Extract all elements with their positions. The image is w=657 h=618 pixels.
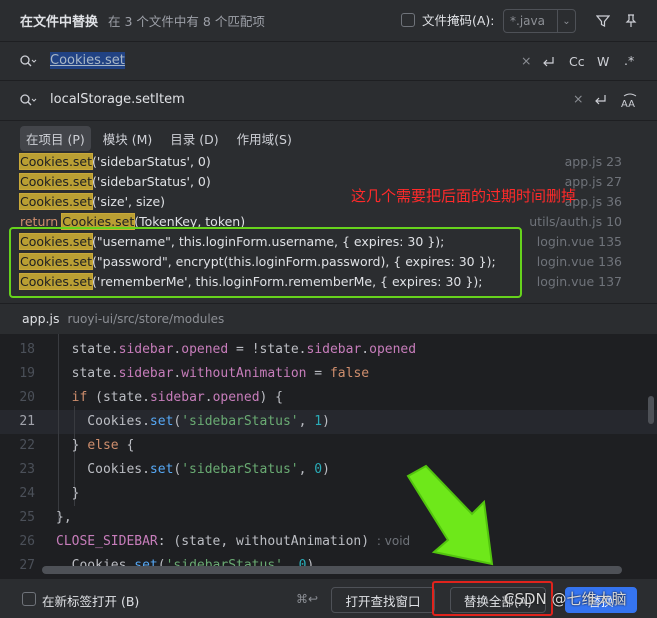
scope-tabs: 在项目 (P) 模块 (M) 目录 (D) 作用域(S) (0, 124, 657, 152)
code-line: }, (56, 510, 72, 525)
annotation-highlight-box (9, 227, 522, 298)
code-line: Cookies.set('sidebarStatus', 0) (56, 462, 330, 477)
result-row[interactable]: Cookies.set('sidebarStatus', 0) app.js 2… (18, 153, 630, 173)
code-line: if (state.sidebar.opened) { (71, 390, 284, 405)
line-number: 23 (19, 462, 35, 477)
annotation-arrow-icon (406, 464, 494, 566)
dialog-title: 在文件中替换 (20, 14, 99, 30)
code-preview[interactable]: 18 19 20 21 22 23 24 25 26 27 state.side… (0, 334, 657, 578)
regex-toggle[interactable]: .* (624, 53, 634, 68)
line-number: 18 (19, 342, 35, 357)
tab-directory[interactable]: 目录 (D) (164, 126, 224, 151)
file-mask-value: *.java (510, 14, 545, 28)
line-number: 21 (19, 414, 35, 429)
file-mask-select[interactable]: *.java ⌄ (503, 9, 576, 33)
result-file: login.vue 136 (536, 254, 622, 269)
search-history-icon[interactable] (18, 53, 38, 69)
svg-text:AA: AA (621, 99, 635, 109)
search-query: Cookies.set (50, 52, 125, 69)
preview-path-bar: app.js ruoyi-ui/src/store/modules (0, 303, 657, 333)
find-row: Cookies.set × Cc W .* (0, 41, 657, 81)
line-number: 20 (19, 390, 35, 405)
match-summary: 在 3 个文件中有 8 个匹配项 (108, 13, 265, 29)
watermark: CSDN @七维大脑 (504, 590, 627, 608)
line-number: 26 (19, 534, 35, 549)
tab-scope[interactable]: 作用域(S) (231, 126, 298, 151)
filter-icon[interactable] (593, 11, 613, 31)
code-line: } else { (56, 438, 135, 453)
line-number: 27 (19, 558, 35, 573)
new-line-icon[interactable] (539, 53, 557, 71)
clear-icon[interactable]: × (521, 53, 531, 68)
replace-row: localStorage.setItem × AA (0, 81, 657, 121)
line-number: 24 (19, 486, 35, 501)
file-mask-toggle[interactable]: 文件掩码(A): (401, 10, 495, 29)
line-number: 22 (19, 438, 35, 453)
tab-module[interactable]: 模块 (M) (97, 126, 159, 151)
tab-project[interactable]: 在项目 (P) (20, 125, 91, 151)
annotation-text: 这几个需要把后面的过期时间删掉 (351, 187, 577, 205)
shortcut-hint: ⌘↩ (296, 592, 319, 606)
preview-file-name: app.js (22, 311, 60, 326)
preserve-case-icon[interactable]: AA (620, 91, 640, 111)
code-line: Cookies.set('sidebarStatus', 1) (56, 414, 330, 429)
code-line: } (56, 486, 80, 501)
result-file: utils/auth.js 10 (529, 214, 622, 229)
code-line: CLOSE_SIDEBAR: (state, withoutAnimation)… (56, 534, 411, 549)
pin-icon[interactable] (621, 11, 641, 31)
line-number: 19 (19, 366, 35, 381)
file-mask-label: 文件掩码(A): (422, 13, 495, 28)
open-new-tab-checkbox[interactable] (22, 592, 36, 606)
open-new-tab-label: 在新标签打开 (B) (42, 594, 140, 609)
clear-icon[interactable]: × (573, 91, 583, 106)
result-file: login.vue 135 (536, 234, 622, 249)
line-number: 25 (19, 510, 35, 525)
search-input[interactable]: Cookies.set (50, 52, 125, 69)
preview-file-path: ruoyi-ui/src/store/modules (67, 311, 225, 326)
open-find-window-button[interactable]: 打开查找窗口 (331, 587, 435, 613)
match-case-toggle[interactable]: Cc (569, 54, 585, 69)
vertical-scrollbar[interactable] (648, 396, 654, 424)
whole-words-toggle[interactable]: W (597, 54, 609, 69)
horizontal-scrollbar[interactable] (42, 566, 622, 574)
result-file: app.js 23 (564, 154, 622, 169)
result-file: login.vue 137 (536, 274, 622, 289)
code-line: state.sidebar.opened = !state.sidebar.op… (56, 342, 417, 357)
file-mask-checkbox[interactable] (401, 12, 415, 27)
code-line: state.sidebar.withoutAnimation = false (56, 366, 370, 381)
replace-input[interactable]: localStorage.setItem (50, 92, 185, 107)
new-line-icon[interactable] (591, 91, 609, 109)
chevron-down-icon: ⌄ (562, 15, 571, 27)
replace-history-icon[interactable] (18, 92, 38, 108)
